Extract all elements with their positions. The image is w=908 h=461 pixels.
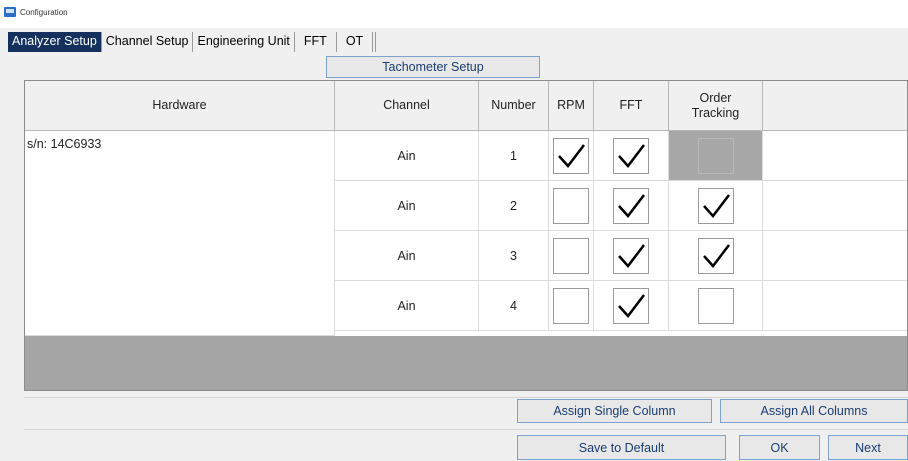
divider: [24, 397, 908, 398]
fft-checkbox[interactable]: [613, 287, 649, 324]
checkmark-icon: [702, 193, 730, 218]
checkmark-icon: [618, 143, 645, 168]
fft-cell: [594, 231, 669, 281]
channel-cell: Ain: [335, 181, 479, 231]
save-to-default-button[interactable]: Save to Default: [517, 435, 726, 460]
header-fft: FFT: [594, 81, 669, 131]
fft-checkbox[interactable]: [613, 187, 649, 224]
channel-table: Hardware Channel Number RPM FFT Order Tr…: [24, 80, 908, 391]
checkmark-icon: [618, 243, 645, 268]
number-cell: 3: [479, 231, 549, 281]
rpm-cell: [549, 131, 594, 181]
header-channel: Channel: [335, 81, 479, 131]
tab-analyzer-setup[interactable]: Analyzer Setup: [8, 32, 102, 52]
checkmark-icon: [618, 293, 645, 318]
tab-strip: Analyzer Setup Channel Setup Engineering…: [8, 32, 377, 52]
fft-checkbox[interactable]: [613, 137, 649, 174]
checkmark-icon: [558, 143, 585, 168]
order-tracking-checkbox[interactable]: [697, 287, 734, 324]
assign-single-column-button[interactable]: Assign Single Column: [517, 399, 712, 423]
fft-cell: [594, 131, 669, 181]
table-footer-band: [25, 336, 907, 390]
tab-engineering-unit[interactable]: Engineering Unit: [193, 32, 295, 52]
header-number: Number: [479, 81, 549, 131]
divider: [24, 429, 908, 430]
app-icon: [4, 7, 16, 17]
number-cell: 2: [479, 181, 549, 231]
hardware-serial: s/n: 14C6933: [27, 137, 102, 151]
rpm-checkbox[interactable]: [553, 187, 589, 224]
number-cell: 4: [479, 281, 549, 331]
tab-channel-setup[interactable]: Channel Setup: [101, 32, 194, 52]
rpm-checkbox[interactable]: [553, 237, 589, 274]
rpm-cell: [549, 281, 594, 331]
order-tracking-checkbox: [697, 137, 734, 174]
header-rpm: RPM: [549, 81, 594, 131]
checkmark-icon: [618, 193, 645, 218]
order-tracking-cell: [669, 181, 763, 231]
title-bar: Configuration: [0, 0, 908, 28]
number-cell: 1: [479, 131, 549, 181]
empty-cell: [763, 181, 907, 231]
empty-cell: [763, 131, 907, 181]
ok-button[interactable]: OK: [739, 435, 820, 460]
next-button[interactable]: Next: [828, 435, 908, 460]
header-hardware: Hardware: [25, 81, 335, 131]
header-order-tracking: Order Tracking: [669, 81, 763, 131]
order-tracking-checkbox[interactable]: [697, 237, 734, 274]
channel-cell: Ain: [335, 131, 479, 181]
order-tracking-checkbox[interactable]: [697, 187, 734, 224]
assign-all-columns-button[interactable]: Assign All Columns: [720, 399, 908, 423]
order-tracking-cell: [669, 131, 763, 181]
rpm-cell: [549, 181, 594, 231]
empty-cell: [763, 231, 907, 281]
rpm-checkbox[interactable]: [553, 137, 589, 174]
order-tracking-cell: [669, 281, 763, 331]
tachometer-setup-button[interactable]: Tachometer Setup: [326, 56, 540, 78]
channel-cell: Ain: [335, 281, 479, 331]
order-tracking-cell: [669, 231, 763, 281]
channel-cell: Ain: [335, 231, 479, 281]
rpm-checkbox[interactable]: [553, 287, 589, 324]
window-title: Configuration: [20, 8, 68, 17]
tab-empty[interactable]: [373, 32, 377, 52]
fft-checkbox[interactable]: [613, 237, 649, 274]
hardware-cell: s/n: 14C6933: [25, 131, 335, 336]
fft-cell: [594, 181, 669, 231]
fft-cell: [594, 281, 669, 331]
checkmark-icon: [702, 243, 730, 268]
tab-fft[interactable]: FFT: [294, 32, 337, 52]
header-empty: [763, 81, 907, 131]
tab-ot[interactable]: OT: [336, 32, 374, 52]
empty-cell: [763, 281, 907, 331]
rpm-cell: [549, 231, 594, 281]
